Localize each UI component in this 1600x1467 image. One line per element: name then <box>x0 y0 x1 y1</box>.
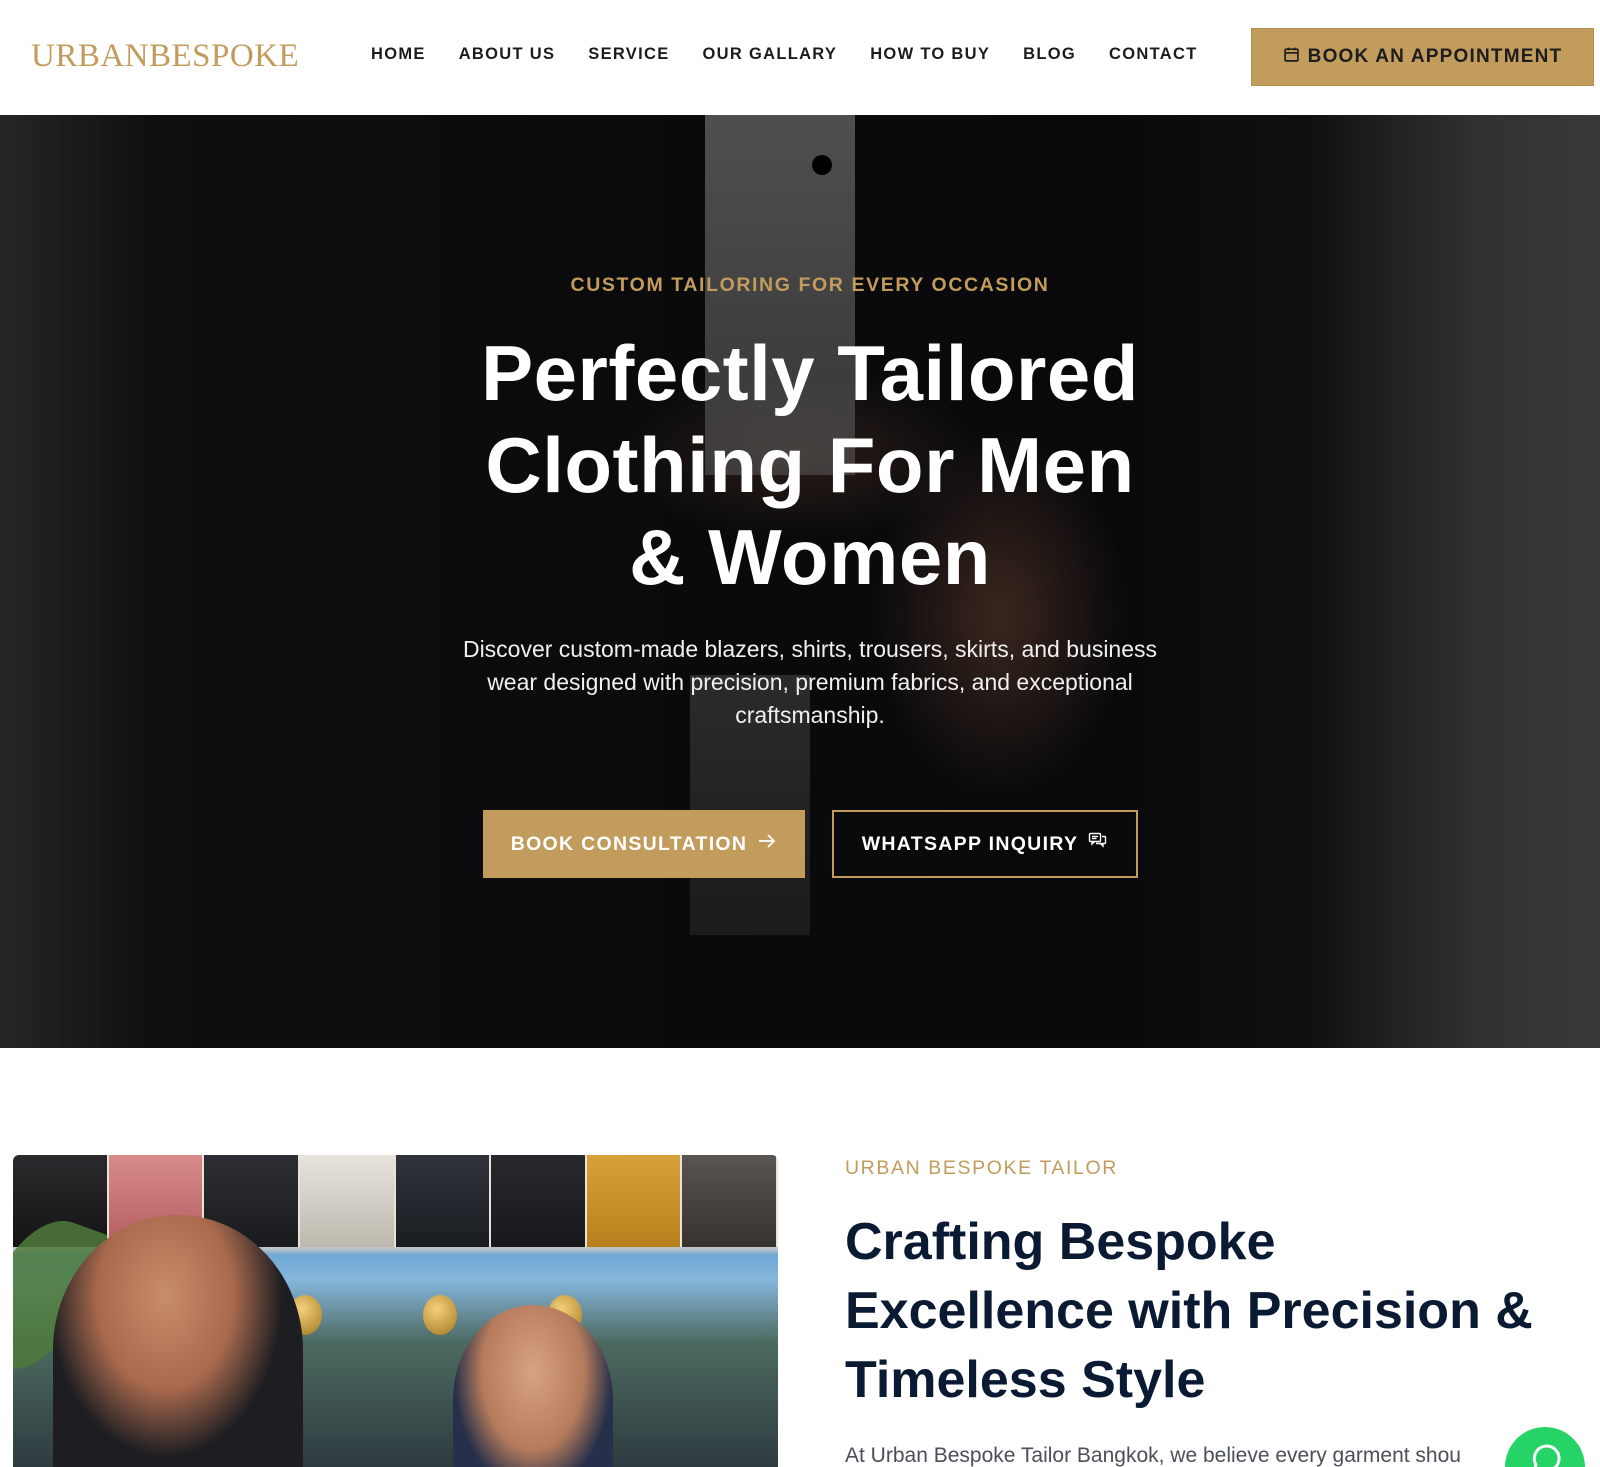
nav-our-gallary[interactable]: OUR GALLARY <box>703 45 838 64</box>
about-title: Crafting Bespoke Excellence with Precisi… <box>845 1213 1533 1409</box>
book-appointment-button[interactable]: BOOK AN APPOINTMENT <box>1251 28 1594 86</box>
book-consultation-label: BOOK CONSULTATION <box>510 832 748 855</box>
calendar-icon <box>1283 46 1300 69</box>
about-eyebrow: URBAN BESPOKE TAILOR <box>845 1157 1118 1179</box>
whatsapp-inquiry-label: WHATSAPP INQUIRY <box>861 832 1079 855</box>
nav-about-us[interactable]: ABOUT US <box>459 45 556 64</box>
nav-blog[interactable]: BLOG <box>1023 45 1076 64</box>
nav-service[interactable]: SERVICE <box>588 45 669 64</box>
arrow-right-icon <box>757 831 777 857</box>
chat-icon <box>1088 831 1108 857</box>
whatsapp-float-button[interactable] <box>1505 1427 1585 1467</box>
site-logo[interactable]: URBANBESPOKE <box>31 38 299 75</box>
nav-home[interactable]: HOME <box>371 45 426 64</box>
hero-title: Perfectly Tailored Clothing For Men & Wo… <box>481 329 1139 601</box>
hero-eyebrow: CUSTOM TAILORING FOR EVERY OCCASION <box>570 274 1050 296</box>
book-appointment-label: BOOK AN APPOINTMENT <box>1307 46 1563 67</box>
tailor-shop-photo <box>13 1155 778 1467</box>
about-text: At Urban Bespoke Tailor Bangkok, we beli… <box>845 1444 1461 1467</box>
whatsapp-inquiry-button[interactable]: WHATSAPP INQUIRY <box>832 810 1138 878</box>
hero-section: CUSTOM TAILORING FOR EVERY OCCASION Perf… <box>0 115 1600 1048</box>
nav-contact[interactable]: CONTACT <box>1109 45 1198 64</box>
nav-how-to-buy[interactable]: HOW TO BUY <box>870 45 990 64</box>
book-consultation-button[interactable]: BOOK CONSULTATION <box>483 810 805 878</box>
hero-subtitle: Discover custom-made blazers, shirts, tr… <box>462 636 1158 728</box>
site-header: URBANBESPOKE HOME ABOUT US SERVICE OUR G… <box>0 0 1600 115</box>
main-nav: HOME ABOUT US SERVICE OUR GALLARY HOW TO… <box>371 45 1231 64</box>
